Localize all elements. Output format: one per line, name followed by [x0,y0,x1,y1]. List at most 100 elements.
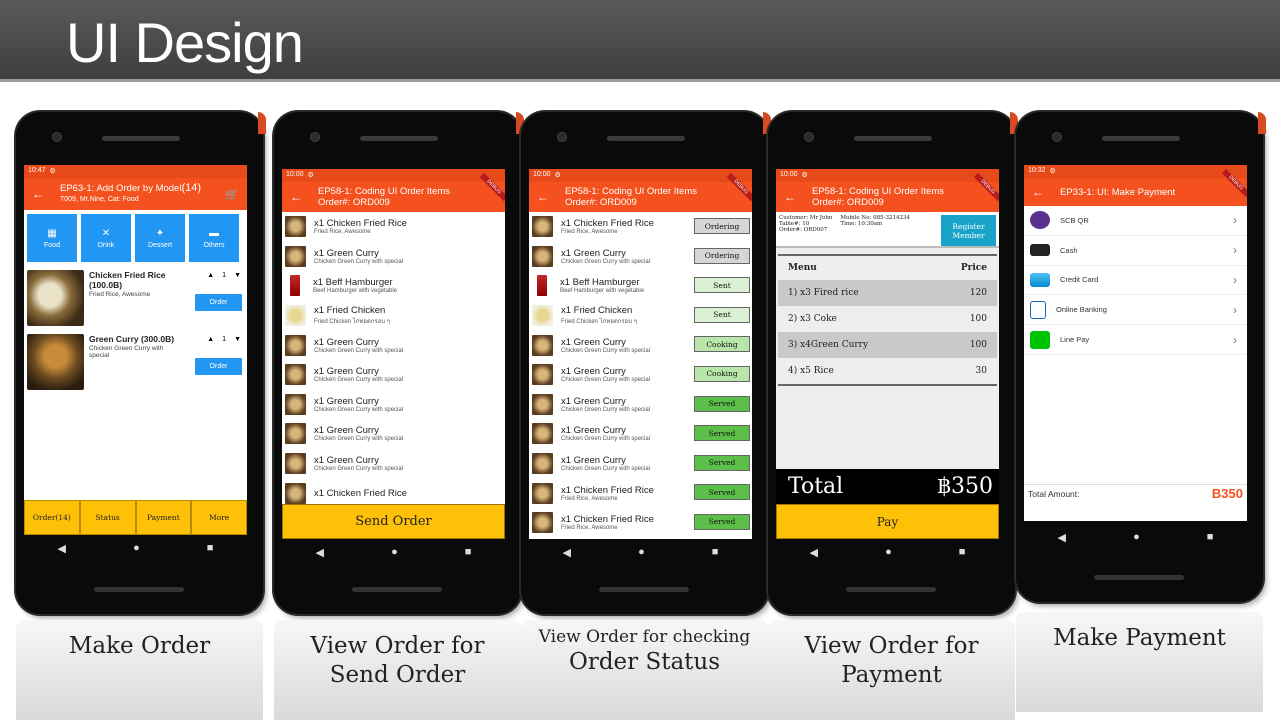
status-badge: Served [694,425,750,442]
category-label: Drink [97,241,115,249]
item-text: x1 Beff Hamburger Beef Hamburger with veg… [313,277,397,294]
chevron-right-icon: › [1233,302,1237,317]
payment-method-online-banking[interactable]: Online Banking › [1024,295,1247,326]
appbar-titles: EP58-1: Coding UI Order Items Order#: OR… [318,186,450,208]
status-badge: Served [694,395,750,412]
quantity-stepper[interactable]: ▲ 1 ▼ [207,336,241,343]
home-nav-icon[interactable]: ● [133,542,140,554]
home-nav-icon[interactable]: ● [885,546,892,558]
camera [804,132,814,142]
status-bar: 10:47 ⚙ [24,165,247,178]
recents-nav-icon[interactable]: ■ [1207,531,1214,543]
status-badge: Cooking [694,365,750,382]
phone-send-order: 10:00 ⚙ ← EP58-1: Coding UI Order Items O… [274,112,524,614]
item-name: x1 Beff Hamburger [313,277,393,289]
back-nav-icon[interactable]: ◀ [58,542,66,555]
scb-logo-icon [1030,211,1050,230]
decrease-icon[interactable]: ▼ [234,272,241,279]
tab-payment[interactable]: Payment [135,500,192,535]
item-text: x1 Chicken Fried Rice Fried Rice, Awesome [561,485,654,502]
mobile-banking-icon [1030,300,1046,319]
tab-more[interactable]: More [191,500,247,535]
caption-line: Send Order [329,662,466,688]
home-nav-icon[interactable]: ● [638,546,645,558]
order-button[interactable]: Order [195,294,242,311]
status-badge: Sent [694,277,750,294]
back-nav-icon[interactable]: ◀ [810,546,818,559]
recents-nav-icon[interactable]: ■ [207,542,214,554]
home-nav-icon[interactable]: ● [391,546,398,558]
item-desc: Chicken Green Curry with special [561,258,651,265]
thumb [532,245,553,267]
item-name: x1 Green Curry [561,247,626,259]
phone-make-payment: 10:32 ⚙ ← EP33-1: UI: Make Payment DEBUG … [1016,112,1266,602]
payment-method-line-pay[interactable]: Line Pay › [1024,325,1247,355]
category-drink[interactable]: ✕ Drink [81,214,131,262]
table-row: 1) x3 Fired rice 120 [778,280,997,306]
order-time: Time: 10:30am [840,221,883,227]
back-nav-icon[interactable]: ◀ [316,546,324,559]
back-arrow-icon[interactable]: ← [784,190,800,204]
decrease-icon[interactable]: ▼ [234,336,241,343]
tab-status[interactable]: Status [79,500,136,535]
back-arrow-icon[interactable]: ← [1032,185,1048,199]
increase-icon[interactable]: ▲ [207,272,214,279]
credit-card-icon [1030,272,1050,287]
category-others[interactable]: ▬ Others [189,214,239,262]
item-desc: Fried Chicken ไก่ทอดกรอบ ๆ [314,319,390,326]
food-image [27,270,84,326]
method-label: SCB QR [1060,215,1089,225]
item-text: x1 Green Curry Chicken Green Curry with s… [561,248,650,265]
category-food[interactable]: ▦ Food [27,214,77,262]
quantity-stepper[interactable]: ▲ 1 ▼ [207,272,241,279]
payment-method-scb-qr[interactable]: SCB QR › [1024,206,1247,236]
increase-icon[interactable]: ▲ [207,336,214,343]
tab-order[interactable]: Order(14) [24,500,80,535]
phone-accent [1258,112,1266,134]
thumb [532,482,553,504]
menu-header: Menu [788,263,817,273]
earpiece [1102,136,1180,141]
recents-nav-icon[interactable]: ■ [712,546,719,558]
recents-nav-icon[interactable]: ■ [465,546,472,558]
list-item: x1 Green Curry Chicken Green Curry with s… [529,390,752,420]
item-name: x1 Chicken Fried Rice [561,218,654,230]
appbar-titles: EP63-1: Add Order by Model(14) T009, Mr.… [60,183,201,205]
total-label: Total [788,474,844,499]
thumb [532,216,553,238]
payment-method-cash[interactable]: Cash › [1024,236,1247,266]
order-button[interactable]: Order [195,358,242,375]
back-arrow-icon[interactable]: ← [537,190,553,204]
item-name: x1 Chicken Fried Rice [314,218,407,230]
total-value: ฿350 [937,474,993,499]
send-order-button[interactable]: Send Order [282,504,505,539]
earpiece [360,136,438,141]
item-name: x1 Green Curry [561,366,626,378]
thumb [285,423,306,445]
home-nav-icon[interactable]: ● [1133,531,1140,543]
caption-line: Make Payment [1053,625,1226,651]
category-dessert[interactable]: ✦ Dessert [135,214,185,262]
pay-button[interactable]: Pay [776,504,999,539]
thumb [285,393,306,415]
item-desc: Beef Hamburger with vegetable [560,288,645,295]
appbar-order-no: Order#: ORD009 [812,197,884,208]
caption-line: View Order for checking [538,627,751,647]
android-nav-bar: ◀ ● ■ [282,539,505,565]
payment-method-credit-card[interactable]: Credit Card › [1024,266,1247,296]
back-nav-icon[interactable]: ◀ [563,546,571,559]
appbar-order-no: Order#: ORD009 [318,197,390,208]
back-nav-icon[interactable]: ◀ [1058,531,1066,544]
appbar-title: EP58-1: Coding UI Order Items [318,186,450,197]
line-pay-icon [1030,330,1050,349]
item-name: x1 Chicken Fried Rice [314,487,407,499]
recents-nav-icon[interactable]: ■ [959,546,966,558]
back-arrow-icon[interactable]: ← [32,187,48,201]
back-arrow-icon[interactable]: ← [290,190,306,204]
food-item: Chicken Fried Rice (100.0B) Fried Rice, … [24,266,247,330]
item-name: x1 Green Curry [561,336,626,348]
item-text: x1 Green Curry Chicken Green Curry with s… [314,337,403,354]
register-member-button[interactable]: Register Member [941,215,996,246]
cart-icon[interactable]: 🛒 [225,188,239,201]
item-name: x1 Green Curry [561,395,626,407]
